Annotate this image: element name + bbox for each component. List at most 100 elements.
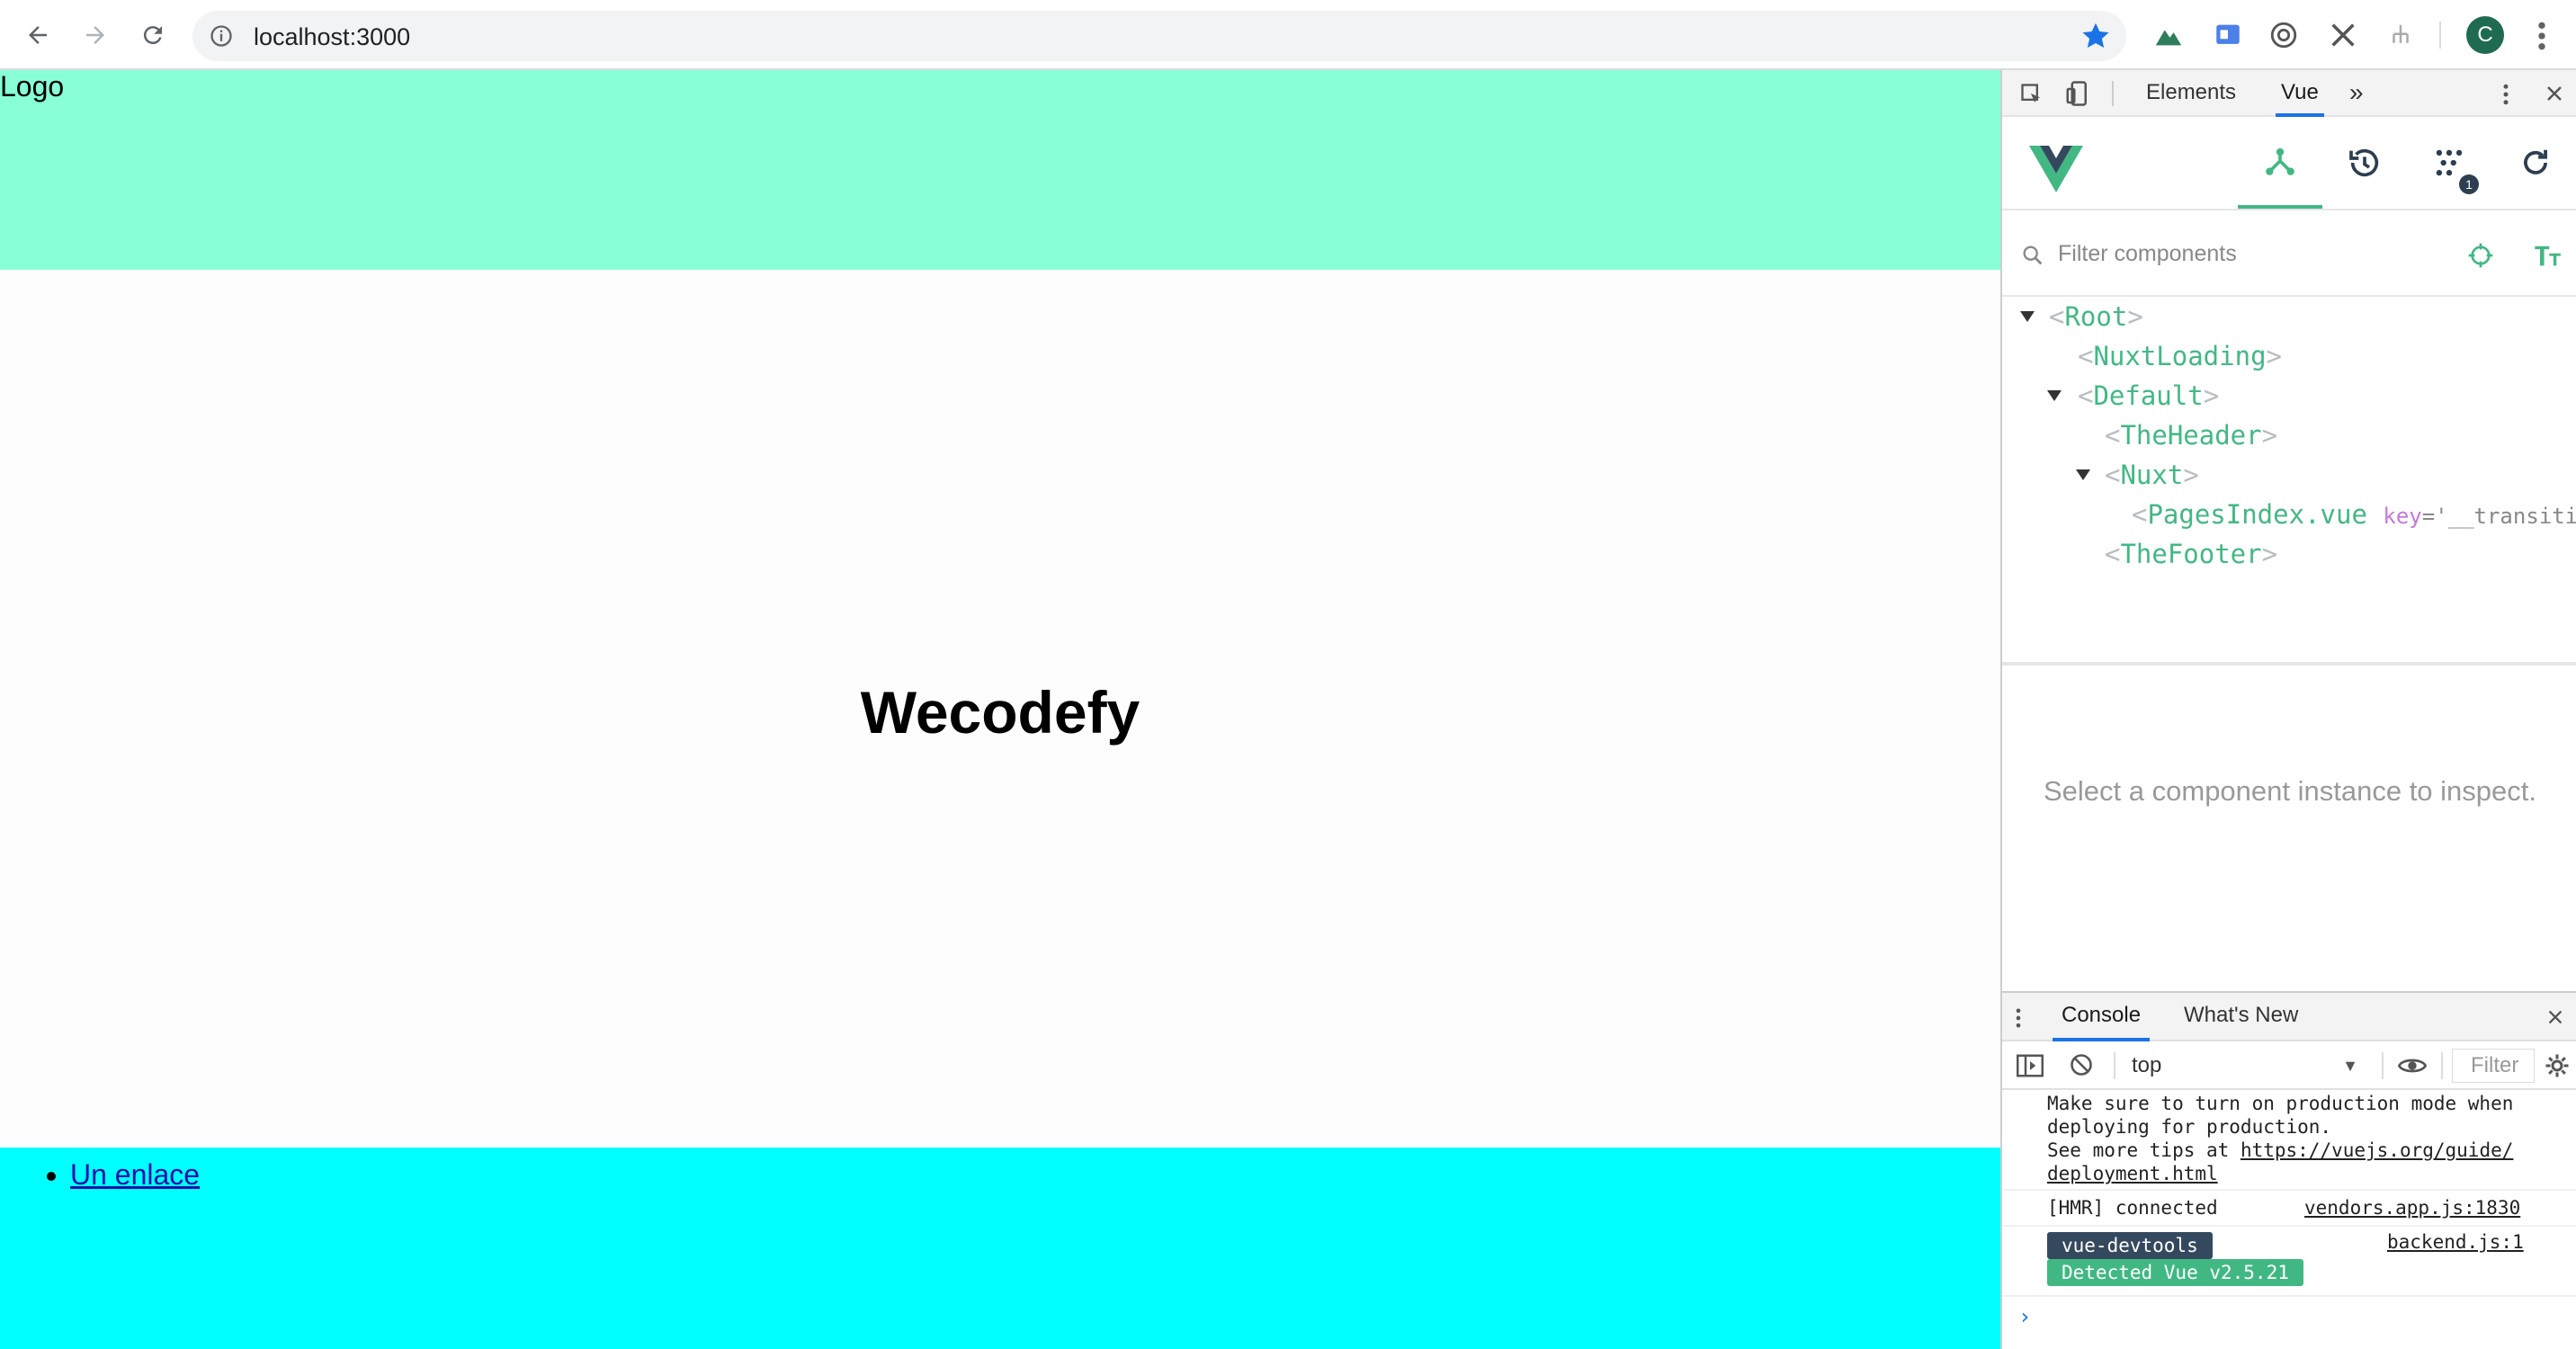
vue-deployment-link[interactable]: deployment.html [2047,1163,2218,1184]
message-separator [2002,1295,2576,1297]
tree-icon [2393,24,2409,43]
expand-arrow-icon[interactable] [2047,390,2062,401]
list-item: Un enlace [70,1158,200,1192]
select-component-in-page-icon[interactable] [2466,241,2495,270]
tree-node-nuxtloading[interactable]: <NuxtLoading> [2078,336,2282,376]
expand-arrow-icon[interactable] [2020,311,2035,322]
address-bar[interactable]: localhost:3000 [192,11,2126,61]
devtools-menu-icon[interactable] [2495,81,2517,108]
show-sidebar-icon[interactable] [2017,1054,2044,1077]
extension-tree[interactable] [2384,18,2418,52]
history-icon [2349,148,2379,177]
extension-vue-devtools[interactable] [2151,18,2186,52]
reload-button[interactable] [135,17,171,53]
site-main: Wecodefy [0,270,2000,1219]
tree-node-default[interactable]: <Default> [2078,376,2219,415]
extension-tools[interactable] [2326,18,2360,52]
vue-devtools-toolbar: 1 [2002,117,2576,210]
vue-devtools-tag: vue-devtools [2047,1232,2213,1259]
forward-button[interactable] [77,17,113,53]
events-icon [2436,149,2463,176]
drawer-menu-icon[interactable] [2011,1005,2026,1031]
tips-prefix: See more tips at [2047,1139,2241,1161]
device-icon [2066,81,2087,106]
browser-menu-icon[interactable] [2529,18,2554,54]
tree-node-pagesindex[interactable]: <PagesIndex.vue key='__transiti [2132,495,2576,534]
tab-console[interactable]: Console [2053,993,2151,1041]
console-prompt[interactable]: › [2018,1304,2031,1329]
console-settings-gear-icon[interactable] [2544,1052,2571,1079]
more-tabs-button[interactable]: » [2349,70,2364,117]
extension-chrome-ring[interactable] [2267,18,2301,52]
footer-links: Un enlace [70,1158,200,1192]
url-text[interactable]: localhost:3000 [254,23,410,51]
console-message-line: See more tips at https://vuejs.org/guide… [2047,1139,2513,1162]
mountain-icon [2155,30,2182,46]
filter-components-input[interactable]: Filter components [2058,241,2237,267]
tab-elements[interactable]: Elements [2146,70,2236,117]
forward-arrow-icon [86,26,104,44]
back-arrow-icon [29,26,47,44]
refresh-icon [2524,149,2547,174]
close-devtools-icon[interactable] [2544,83,2565,104]
console-filter-input[interactable]: Filter [2452,1049,2535,1083]
clear-console-icon[interactable] [2069,1052,2094,1077]
profile-avatar[interactable]: C [2466,16,2504,54]
message-separator [2002,1189,2576,1191]
components-tab[interactable] [2238,117,2322,209]
tree-node-thefooter[interactable]: <TheFooter> [2105,534,2277,574]
footer-link[interactable]: Un enlace [70,1158,200,1191]
device-toolbar-button[interactable] [2063,79,2092,108]
expand-arrow-icon[interactable] [2076,469,2090,480]
tools-icon [2331,23,2355,47]
toolbar-separator [2114,1052,2115,1079]
live-expression-eye-icon[interactable] [2398,1054,2427,1077]
back-button[interactable] [20,17,56,53]
events-tab[interactable]: 1 [2407,117,2491,209]
toolbar-separator [2382,1052,2384,1079]
translate-icon [2216,24,2240,44]
format-names-icon[interactable] [2533,243,2562,268]
close-drawer-icon[interactable] [2545,1007,2565,1027]
tab-separator [2112,81,2114,106]
context-selector[interactable]: top ▼ [2132,1050,2366,1081]
component-tree: <Root> <NuxtLoading> <Default> <TheHeade… [2002,297,2576,666]
vue-logo-icon [2029,146,2083,192]
refresh-tab[interactable] [2493,117,2576,209]
tab-vue[interactable]: Vue [2276,70,2324,117]
vue-guide-link[interactable]: https://vuejs.org/guide/ [2241,1139,2513,1161]
logo: Logo [0,70,65,103]
drawer-tabbar: Console What's New [2002,993,2576,1041]
tab-whats-new[interactable]: What's New [2184,993,2298,1041]
console-message-line: Make sure to turn on production mode whe… [2047,1093,2514,1114]
message-separator [2002,1225,2576,1227]
browser-toolbar: localhost:3000 C [0,0,2576,70]
hmr-source-link[interactable]: vendors.app.js:1830 [2304,1196,2520,1219]
console-toolbar: top ▼ Filter [2002,1041,2576,1090]
extension-translate[interactable] [2211,18,2245,52]
page-title: Wecodefy [860,679,1140,746]
devtools-tabbar: Elements Vue » [2002,70,2576,117]
site-header: Logo [0,70,2000,270]
inspect-element-button[interactable] [2018,81,2045,108]
console-drawer: Console What's New top ▼ Filter Make sur… [2002,991,2576,1349]
tree-node-theheader[interactable]: <TheHeader> [2105,415,2277,455]
search-icon [2023,246,2043,265]
dropdown-arrow-icon: ▼ [2342,1057,2358,1075]
toolbar-separator [2441,1052,2443,1079]
backend-source-link[interactable]: backend.js:1 [2387,1230,2524,1254]
info-icon[interactable] [209,23,234,49]
context-value: top [2132,1053,2162,1077]
devtools-panel: Elements Vue » 1 Filter components <Root… [2000,70,2576,1349]
ring-icon [2270,22,2297,49]
bookmark-star-icon[interactable] [2080,20,2112,52]
tree-node-nuxt[interactable]: <Nuxt> [2105,455,2199,495]
events-count-badge: 1 [2459,174,2479,194]
tree-node-root[interactable]: <Root> [2049,297,2143,336]
detected-vue-tag: Detected Vue v2.5.21 [2047,1259,2303,1286]
toolbar-separator [2439,22,2441,49]
console-message-line: deploying for production. [2047,1116,2332,1138]
timeline-tab[interactable] [2322,117,2407,209]
component-tree-icon [2266,147,2294,175]
select-element-icon [2021,84,2041,103]
